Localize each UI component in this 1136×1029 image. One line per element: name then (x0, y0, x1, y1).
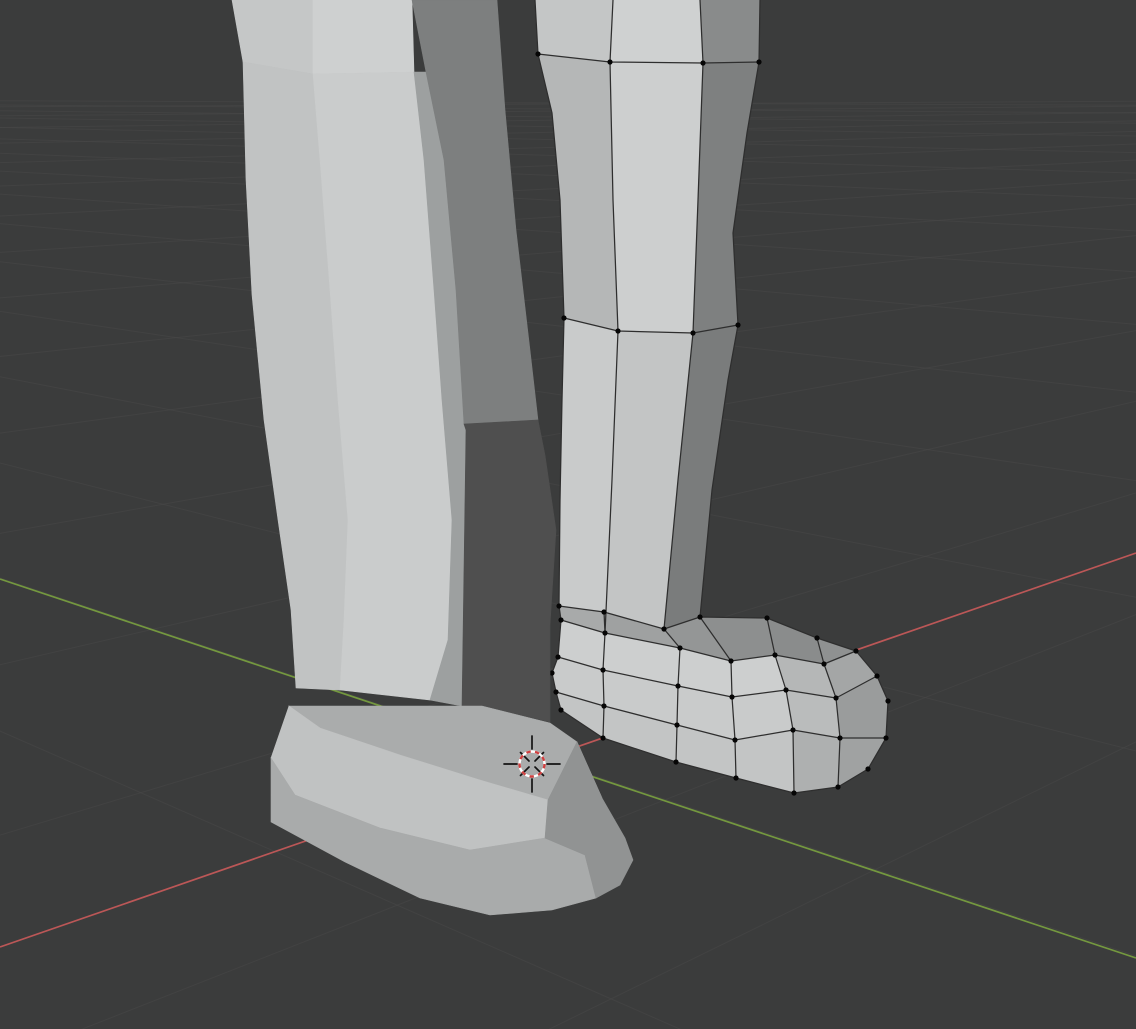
mesh-vertex[interactable] (772, 652, 777, 657)
mesh-face (313, 0, 414, 74)
mesh-vertex[interactable] (607, 59, 612, 64)
mesh-vertex[interactable] (756, 59, 761, 64)
mesh-vertex[interactable] (874, 673, 879, 678)
mesh-face (610, 62, 703, 333)
mesh-vertex[interactable] (561, 315, 566, 320)
mesh-vertex[interactable] (790, 727, 795, 732)
mesh-vertex[interactable] (600, 735, 605, 740)
mesh-vertex[interactable] (601, 703, 606, 708)
mesh-vertex[interactable] (600, 667, 605, 672)
mesh-vertex[interactable] (675, 683, 680, 688)
mesh-face (610, 0, 703, 63)
mesh-vertex[interactable] (883, 735, 888, 740)
mesh-vertex[interactable] (556, 603, 561, 608)
mesh-face (462, 420, 556, 722)
mesh-face (535, 0, 613, 62)
mesh-vertex[interactable] (791, 790, 796, 795)
mesh-vertex[interactable] (555, 654, 560, 659)
mesh-vertex[interactable] (733, 775, 738, 780)
mesh-vertex[interactable] (601, 609, 606, 614)
mesh-vertex[interactable] (885, 698, 890, 703)
mesh-vertex[interactable] (673, 759, 678, 764)
mesh-vertex[interactable] (783, 687, 788, 692)
viewport-scene (0, 0, 1136, 1029)
mesh-vertex[interactable] (837, 735, 842, 740)
mesh-vertex[interactable] (602, 630, 607, 635)
mesh-vertex[interactable] (558, 707, 563, 712)
mesh-vertex[interactable] (853, 648, 858, 653)
mesh-vertex[interactable] (865, 766, 870, 771)
mesh-vertex[interactable] (677, 645, 682, 650)
mesh-vertex[interactable] (690, 330, 695, 335)
mesh-vertex[interactable] (764, 615, 769, 620)
mesh-face (700, 0, 760, 63)
mesh-vertex[interactable] (833, 695, 838, 700)
blender-3d-viewport[interactable] (0, 0, 1136, 1029)
mesh-vertex[interactable] (728, 658, 733, 663)
mesh-vertex[interactable] (615, 328, 620, 333)
mesh-vertex[interactable] (697, 614, 702, 619)
mesh-vertex[interactable] (732, 737, 737, 742)
mesh-vertex[interactable] (661, 626, 666, 631)
mesh-vertex[interactable] (735, 322, 740, 327)
mesh-vertex[interactable] (558, 617, 563, 622)
mesh-vertex[interactable] (553, 689, 558, 694)
mesh-vertex[interactable] (835, 784, 840, 789)
mesh-vertex[interactable] (700, 60, 705, 65)
mesh-vertex[interactable] (814, 635, 819, 640)
mesh-vertex[interactable] (729, 694, 734, 699)
mesh-vertex[interactable] (535, 51, 540, 56)
mesh-face (793, 730, 840, 793)
mesh-vertex[interactable] (674, 722, 679, 727)
mesh-vertex[interactable] (821, 661, 826, 666)
